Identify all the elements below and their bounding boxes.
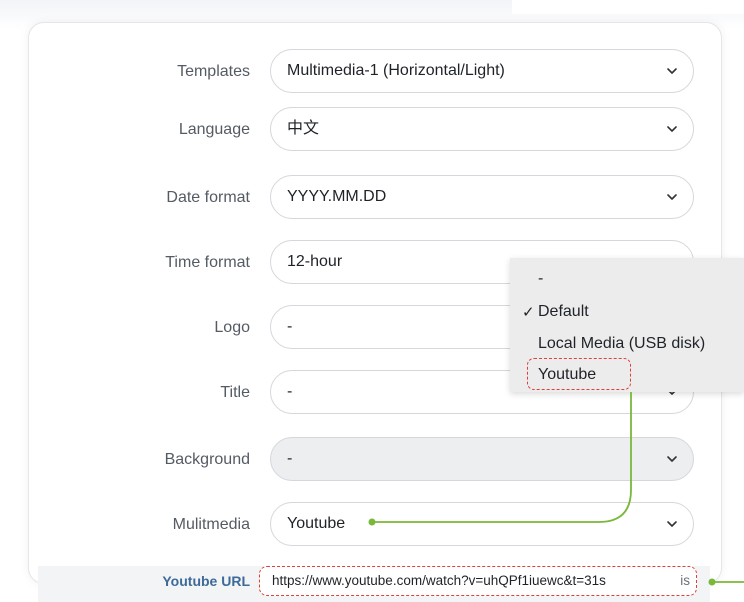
connector-dot-icon	[708, 578, 716, 586]
connector-line	[372, 392, 632, 523]
connector-annotation	[368, 392, 744, 586]
connector-dot-icon	[368, 518, 376, 526]
